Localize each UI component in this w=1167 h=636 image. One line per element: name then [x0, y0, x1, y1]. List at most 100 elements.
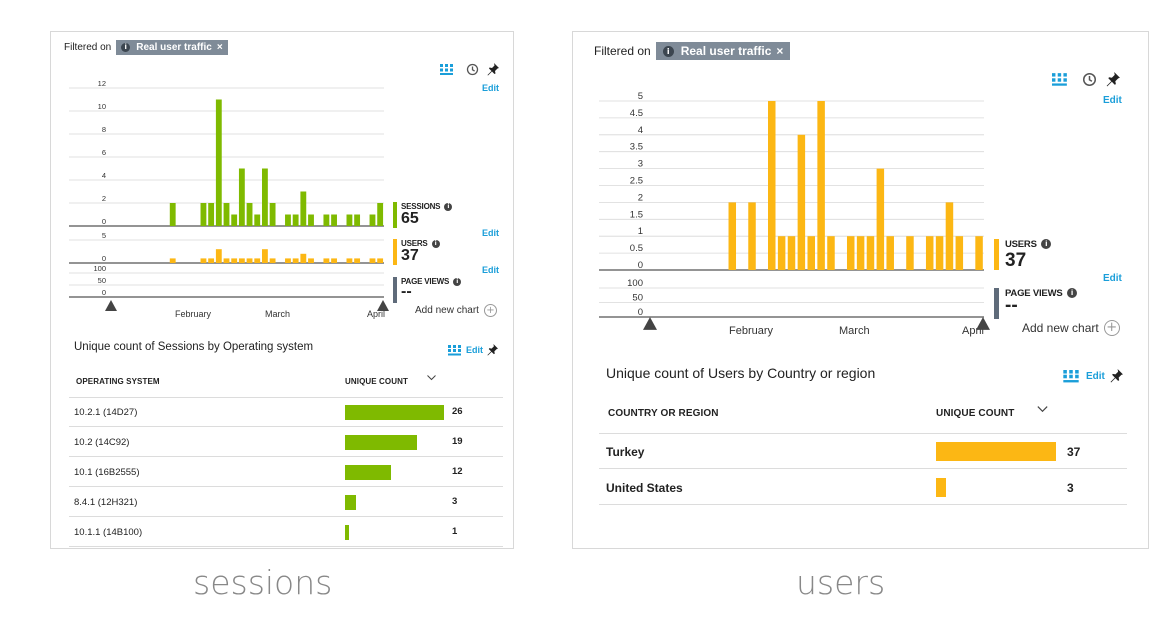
chart-bar	[323, 258, 330, 263]
column-header-country-or-region[interactable]: COUNTRY OR REGION	[608, 408, 719, 419]
chart-bar	[308, 214, 314, 226]
count-bar	[345, 495, 357, 510]
users-legend-name: USERS i	[1005, 239, 1052, 250]
table-row[interactable]: 10.1 (16B2555) 12	[51, 457, 513, 487]
y-tick-label: 2	[638, 192, 643, 203]
users-panel: Filtered on i Real user traffic × Edit 5…	[572, 31, 1149, 549]
chart-bar	[169, 203, 176, 226]
country-name: Turkey	[606, 445, 645, 459]
chevron-down-icon[interactable]	[427, 375, 436, 381]
chart-bar	[215, 99, 222, 226]
chart-bar	[269, 258, 276, 263]
sessions-panel: Filtered on i Real user traffic × Edit 1…	[50, 31, 514, 549]
chart-bar	[254, 258, 261, 263]
table-row[interactable]: 8.4.1 (12H321) 3	[51, 487, 513, 517]
info-icon[interactable]: i	[444, 202, 453, 211]
add-new-chart-button[interactable]: Add new chart +	[1022, 320, 1120, 336]
chart-bar	[208, 258, 215, 263]
info-icon[interactable]: i	[431, 239, 440, 248]
users-total: 37	[1005, 250, 1027, 271]
y-tick-label: 0	[638, 260, 643, 271]
count-value: 37	[1067, 445, 1081, 459]
edit-link[interactable]: Edit	[1103, 273, 1122, 284]
users-legend-bar	[393, 239, 397, 265]
plus-circle-icon: +	[1103, 320, 1120, 336]
count-bar	[345, 525, 349, 540]
chart-bar	[331, 214, 337, 226]
edit-link[interactable]: Edit	[466, 345, 483, 355]
y-tick-label: 50	[632, 293, 643, 304]
users-chart: 54.543.532.521.510.50100500	[599, 91, 984, 318]
chart-bar	[817, 101, 825, 270]
panel-caption: users	[796, 563, 886, 602]
table-row[interactable]: 10.2 (14C92) 19	[51, 427, 513, 457]
chart-bar	[955, 236, 964, 270]
column-header-unique-count[interactable]: UNIQUE COUNT	[936, 408, 1014, 419]
info-icon[interactable]: i	[1066, 288, 1077, 299]
range-slider-handle-icon[interactable]	[976, 317, 990, 330]
chart-bar	[876, 168, 885, 270]
chart-bar	[238, 258, 245, 263]
range-slider-handle-icon[interactable]	[105, 300, 117, 311]
chart-bar	[369, 258, 376, 263]
count-value: 26	[452, 406, 463, 417]
chart-bar	[285, 258, 291, 263]
grid-icon[interactable]	[448, 344, 461, 356]
table-row[interactable]: United States 3	[573, 469, 1148, 505]
add-new-chart-button[interactable]: Add new chart +	[415, 304, 497, 317]
chart-bar	[200, 258, 207, 263]
column-header-unique-count[interactable]: UNIQUE COUNT	[345, 377, 408, 386]
edit-link[interactable]: Edit	[1086, 371, 1105, 382]
table-row[interactable]: 10.2.1 (14D27) 26	[51, 397, 513, 427]
pin-icon[interactable]	[487, 344, 498, 356]
range-slider-handle-icon[interactable]	[377, 300, 389, 311]
y-tick-label: 0.5	[630, 243, 643, 254]
y-tick-label: 8	[102, 125, 106, 134]
table-row[interactable]: Turkey 37	[573, 433, 1148, 469]
grid-icon[interactable]	[1063, 369, 1079, 383]
chart-bar	[246, 203, 253, 226]
edit-link[interactable]: Edit	[482, 265, 499, 275]
row-divider	[599, 504, 1127, 505]
pageviews-legend-bar	[393, 277, 397, 303]
chart-bar	[292, 214, 299, 226]
chart-bar	[945, 202, 954, 270]
chart-bar	[331, 258, 337, 263]
month-label: February	[729, 325, 774, 337]
range-slider-handle-icon[interactable]	[643, 317, 657, 330]
pin-icon[interactable]	[1110, 369, 1123, 383]
info-icon[interactable]: i	[453, 277, 462, 286]
count-value: 12	[452, 466, 463, 477]
chart-bar	[223, 203, 230, 226]
y-tick-label: 3	[638, 159, 643, 170]
column-header-operating-system[interactable]: OPERATING SYSTEM	[76, 377, 160, 386]
count-bar	[345, 465, 391, 480]
chart-bar	[827, 236, 835, 270]
chart-bar	[925, 236, 934, 270]
os-name: 10.1.1 (14B100)	[74, 527, 143, 538]
y-tick-label: 5	[102, 231, 106, 240]
info-icon[interactable]: i	[1041, 239, 1052, 250]
pageviews-legend-bar	[994, 288, 999, 319]
users-legend-bar	[994, 239, 999, 270]
count-value: 19	[452, 436, 463, 447]
y-tick-label: 2	[102, 194, 106, 203]
month-label: March	[265, 309, 291, 319]
y-tick-label: 0	[102, 217, 106, 226]
chart-bar	[856, 236, 865, 270]
y-tick-label: 0	[102, 254, 106, 263]
chart-bar	[346, 258, 353, 263]
month-label: March	[839, 325, 870, 337]
table-row[interactable]: 10.1.1 (14B100) 1	[51, 517, 513, 547]
chevron-down-icon[interactable]	[1037, 406, 1048, 413]
count-value: 3	[452, 496, 458, 507]
chart-bar	[369, 214, 376, 226]
y-tick-label: 4	[102, 171, 106, 180]
chart-bar	[846, 236, 855, 270]
y-tick-label: 10	[98, 102, 106, 111]
chart-bar	[300, 253, 307, 263]
count-value: 1	[452, 526, 458, 537]
y-tick-label: 100	[627, 278, 643, 289]
edit-link[interactable]: Edit	[482, 228, 499, 238]
chart-bar	[200, 203, 207, 226]
